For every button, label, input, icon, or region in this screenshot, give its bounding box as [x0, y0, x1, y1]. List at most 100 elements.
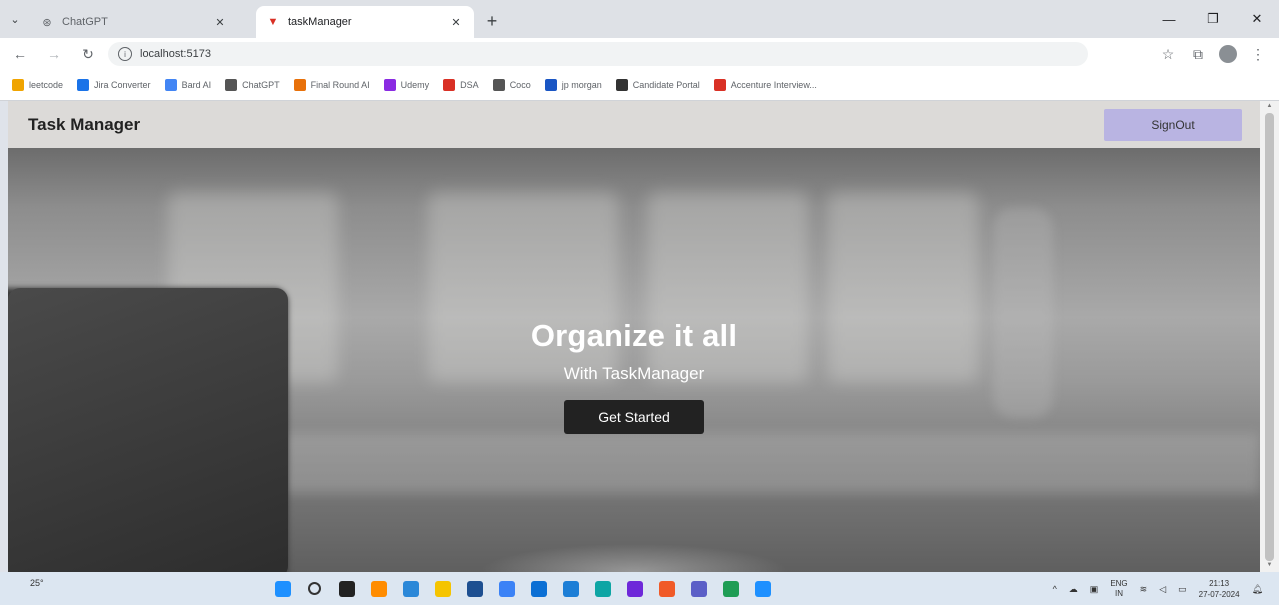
- wifi-icon[interactable]: ≋: [1140, 584, 1148, 595]
- bookmark-favicon-icon: [293, 79, 306, 91]
- clock-time: 21:13: [1209, 579, 1230, 588]
- address-text: localhost:5173: [140, 48, 211, 60]
- bookmark-item[interactable]: Jira Converter: [77, 79, 151, 91]
- page-scrollbar[interactable]: ▲ ▼: [1260, 101, 1279, 572]
- hero-title: Organize it all: [530, 318, 738, 353]
- bookmark-item[interactable]: ChatGPT: [225, 79, 280, 91]
- taskbar-app-glyph: [274, 580, 291, 597]
- extensions-puzzle-icon[interactable]: ⧉: [1183, 40, 1213, 68]
- taskbar-app-icon[interactable]: [588, 574, 617, 603]
- bookmark-favicon-icon: [544, 79, 557, 91]
- scroll-thumb[interactable]: [1265, 113, 1274, 561]
- taskbar-app-icon[interactable]: [652, 574, 681, 603]
- hero-background-counter: [258, 433, 1260, 493]
- taskbar-app-icon[interactable]: [684, 574, 713, 603]
- close-icon[interactable]: ✕: [448, 16, 464, 29]
- bookmark-label: leetcode: [29, 80, 64, 90]
- clock-date: 27-07-2024: [1198, 590, 1240, 599]
- bookmark-label: jp morgan: [561, 80, 602, 90]
- bookmark-item[interactable]: Bard AI: [164, 79, 212, 91]
- taskbar-app-icon[interactable]: [332, 574, 361, 603]
- bookmark-label: Jira Converter: [94, 80, 151, 90]
- bookmark-item[interactable]: Candidate Portal: [615, 79, 700, 91]
- hero-section: Organize it all With TaskManager Get Sta…: [8, 148, 1260, 572]
- bookmark-label: Final Round AI: [310, 80, 370, 90]
- restore-icon[interactable]: ❐: [1191, 0, 1235, 38]
- bookmark-item[interactable]: jp morgan: [544, 79, 602, 91]
- volume-icon[interactable]: ◁: [1159, 584, 1166, 595]
- get-started-button[interactable]: Get Started: [564, 400, 704, 434]
- close-window-icon[interactable]: ✕: [1235, 0, 1279, 38]
- taskbar-clock[interactable]: 21:13 27-07-2024: [1199, 578, 1240, 600]
- taskbar-app-icon[interactable]: [492, 574, 521, 603]
- bookmark-label: Udemy: [400, 80, 430, 90]
- bookmark-item[interactable]: Udemy: [383, 79, 430, 91]
- start-windows-icon[interactable]: [268, 574, 297, 603]
- bookmark-item[interactable]: DSA: [443, 79, 479, 91]
- taskbar-app-icon[interactable]: [428, 574, 457, 603]
- taskbar-app-glyph: [466, 580, 483, 597]
- scroll-down-arrow-icon[interactable]: ▼: [1265, 562, 1274, 570]
- bookmark-favicon-icon: [443, 79, 456, 91]
- bookmark-favicon-icon: [615, 79, 628, 91]
- battery-icon[interactable]: ▭: [1178, 584, 1187, 595]
- taskbar-app-glyph: [658, 580, 675, 597]
- chevron-up-icon[interactable]: ^: [1053, 584, 1057, 594]
- bookmark-item[interactable]: Accenture Interview...: [713, 79, 817, 91]
- browser-toolbar: ← → ↻ i localhost:5173 ☆ ⧉ ⋮: [0, 38, 1279, 70]
- close-icon[interactable]: ✕: [212, 16, 228, 29]
- taskbar-app-icon[interactable]: [396, 574, 425, 603]
- new-tab-plus-icon[interactable]: +: [478, 7, 506, 35]
- address-bar[interactable]: i localhost:5173: [108, 42, 1088, 66]
- windows-taskbar: 25° ^ ☁ ▣ ENG IN ≋ ◁ ▭ 21:13 27-07-2024 …: [0, 572, 1279, 605]
- language-indicator[interactable]: ENG IN: [1110, 579, 1127, 599]
- bookmark-favicon-icon: [713, 79, 726, 91]
- taskbar-app-glyph: [562, 580, 579, 597]
- taskbar-app-glyph: [308, 582, 321, 595]
- taskbar-app-glyph: [498, 580, 515, 597]
- system-tray: ^ ☁ ▣ ENG IN ≋ ◁ ▭ 21:13 27-07-2024 🔔︎: [1047, 576, 1269, 602]
- bookmark-star-icon[interactable]: ☆: [1153, 40, 1183, 68]
- minimize-icon[interactable]: —: [1147, 0, 1191, 38]
- scroll-up-arrow-icon[interactable]: ▲: [1265, 103, 1274, 111]
- signout-button[interactable]: SignOut: [1104, 109, 1242, 141]
- taskbar-app-icon[interactable]: [620, 574, 649, 603]
- tab-chatgpt[interactable]: ⊛ ChatGPT ✕: [30, 6, 238, 38]
- taskbar-app-icon[interactable]: [364, 574, 393, 603]
- tray-app-icon[interactable]: ▣: [1090, 584, 1099, 595]
- toolbar-actions: ☆ ⧉ ⋮: [1153, 40, 1273, 68]
- bookmark-favicon-icon: [225, 79, 238, 91]
- vite-favicon-icon: ▼: [267, 16, 279, 28]
- hero-subtitle: With TaskManager: [563, 364, 705, 383]
- more-menu-icon[interactable]: ⋮: [1243, 40, 1273, 68]
- taskbar-app-glyph: [402, 580, 419, 597]
- bookmark-favicon-icon: [164, 79, 177, 91]
- reload-icon[interactable]: ↻: [74, 40, 102, 68]
- taskbar-app-icon[interactable]: [556, 574, 585, 603]
- taskbar-app-icon[interactable]: [716, 574, 745, 603]
- notification-bell-icon[interactable]: 🔔︎: [1252, 584, 1263, 595]
- forward-arrow-icon[interactable]: →: [40, 40, 68, 68]
- chatgpt-favicon-icon: ⊛: [42, 16, 52, 29]
- bookmark-item[interactable]: Coco: [492, 79, 531, 91]
- window-controls: — ❐ ✕: [1147, 0, 1279, 38]
- taskbar-app-icon[interactable]: [524, 574, 553, 603]
- taskbar-app-icon[interactable]: [460, 574, 489, 603]
- bookmark-item[interactable]: Final Round AI: [293, 79, 370, 91]
- tab-title: ChatGPT: [62, 16, 108, 28]
- back-arrow-icon[interactable]: ←: [6, 40, 34, 68]
- taskbar-app-icon[interactable]: [748, 574, 777, 603]
- tab-search-icon[interactable]: ⌄: [0, 0, 30, 38]
- bookmark-label: Bard AI: [181, 80, 212, 90]
- task-manager-app: Task Manager SignOut Organize it all Wit…: [8, 101, 1260, 572]
- search-icon[interactable]: [300, 574, 329, 603]
- onedrive-cloud-icon[interactable]: ☁: [1069, 584, 1078, 595]
- bookmark-item[interactable]: leetcode: [12, 79, 63, 91]
- bookmarks-bar: leetcode Jira Converter Bard AI ChatGPT Fina…: [0, 70, 1279, 101]
- tab-title: taskManager: [288, 16, 352, 28]
- site-info-icon[interactable]: i: [118, 47, 132, 61]
- weather-widget[interactable]: 25°: [30, 578, 44, 588]
- tab-taskmanager[interactable]: ▼ taskManager ✕: [256, 6, 474, 38]
- taskbar-app-glyph: [754, 580, 771, 597]
- profile-avatar[interactable]: [1219, 45, 1237, 63]
